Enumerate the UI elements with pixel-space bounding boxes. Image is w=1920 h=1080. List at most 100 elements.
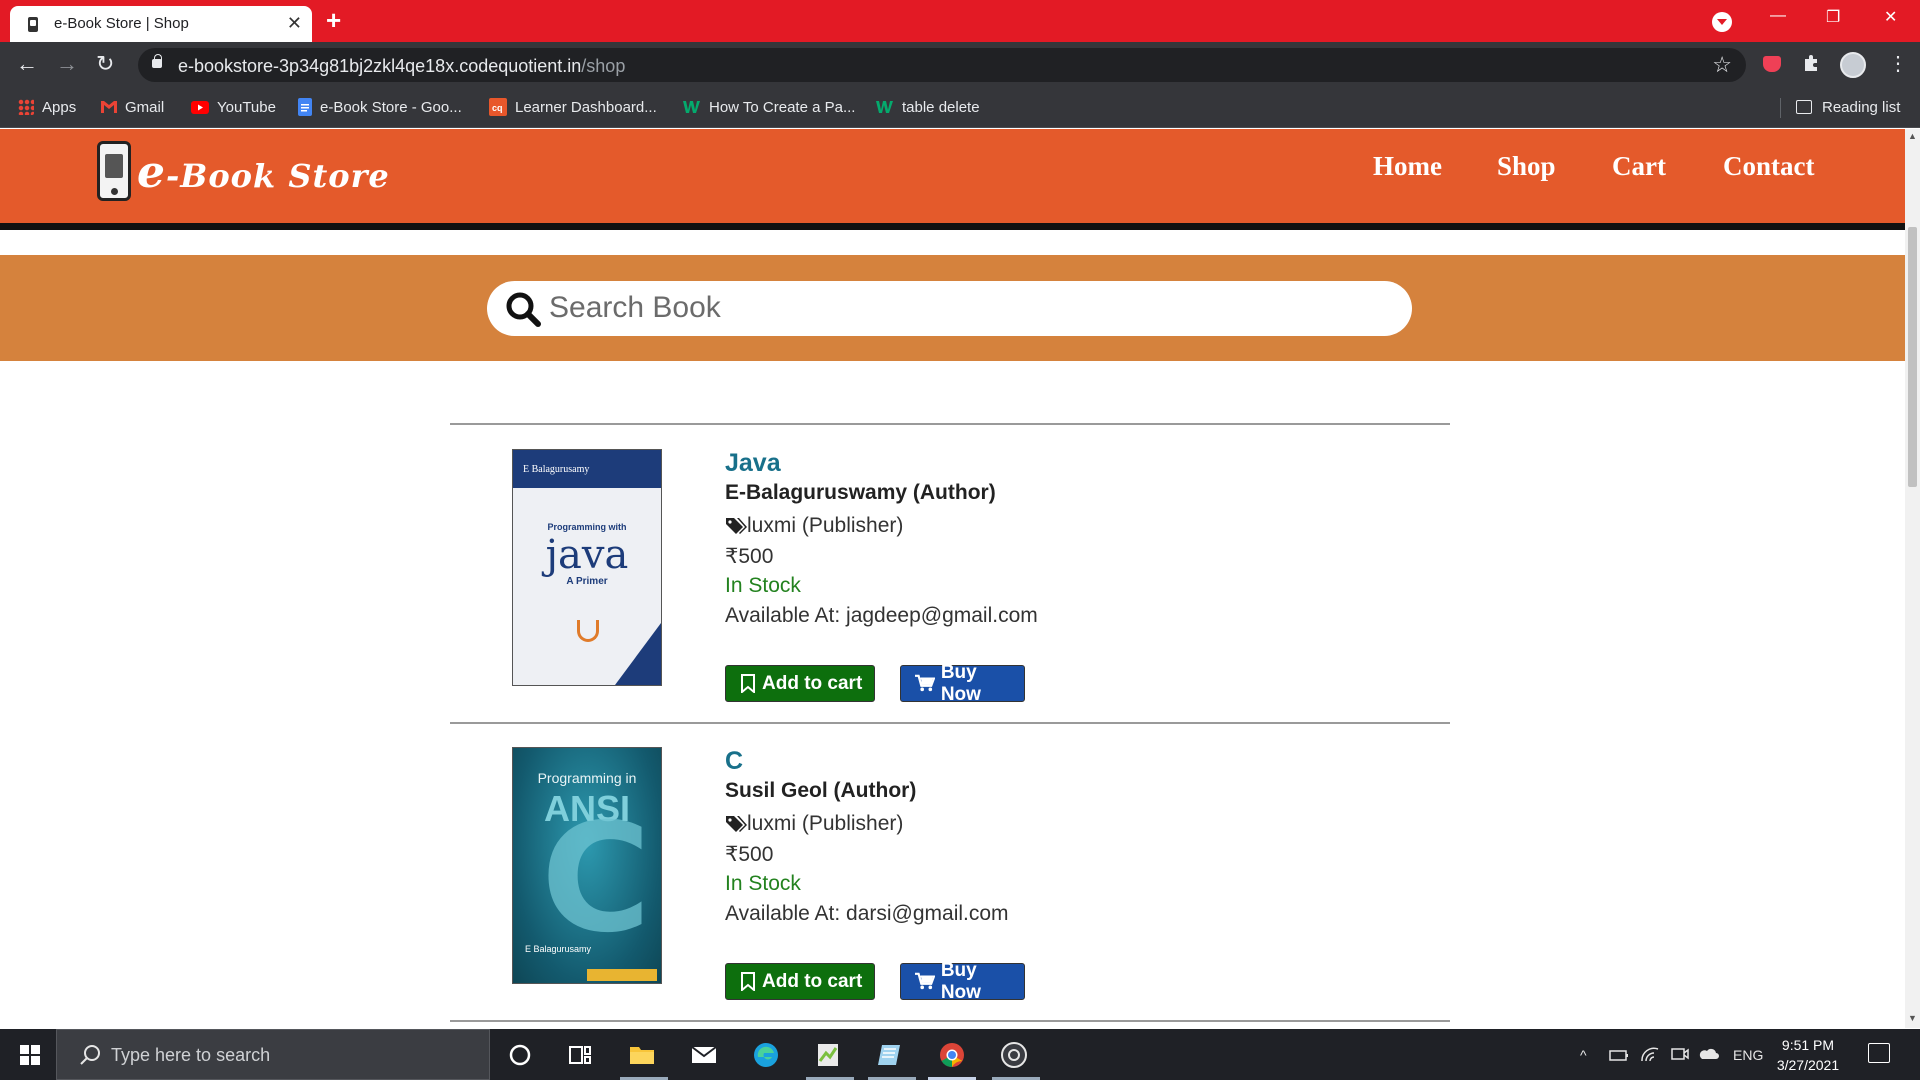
search-icon (80, 1045, 100, 1065)
search-input[interactable] (549, 287, 1389, 329)
java-cup-icon (577, 620, 599, 642)
browser-title-bar: e-Book Store | Shop ✕ + — ❐ ✕ (0, 0, 1920, 42)
search-icon[interactable] (505, 291, 541, 327)
reading-list-icon (1796, 100, 1812, 114)
new-tab-button[interactable]: + (326, 5, 341, 35)
extensions-icon[interactable] (1802, 53, 1822, 73)
page-scrollbar[interactable]: ▲ ▼ (1905, 129, 1920, 1028)
youtube-icon (191, 100, 209, 114)
buy-now-label: Buy Now (940, 959, 981, 1003)
book-cover-c[interactable]: Programming in ANSI C E Balagurusamy (512, 747, 662, 984)
file-explorer-icon[interactable] (628, 1041, 656, 1069)
taskbar-search-box[interactable]: Type here to search (56, 1029, 490, 1080)
header-divider (0, 223, 1905, 230)
add-to-cart-button[interactable]: Add to cart (725, 665, 875, 702)
bookmark-star-icon[interactable]: ☆ (1712, 52, 1732, 78)
bookmark-label: Apps (42, 98, 77, 116)
bookmark-label: How To Create a Pa... (709, 98, 856, 116)
scroll-down-arrow-icon[interactable]: ▼ (1908, 1013, 1917, 1023)
lock-icon[interactable] (152, 54, 162, 68)
publisher-text: luxmi (Publisher) (747, 514, 904, 537)
nav-cart[interactable]: Cart (1612, 151, 1666, 182)
address-bar[interactable]: e-bookstore-3p34g81bj2zkl4qe18x.codequot… (138, 48, 1746, 82)
cover-title: Programming in (537, 770, 637, 786)
cover-subtitle: Programming with (547, 522, 627, 532)
minimize-button[interactable]: — (1770, 7, 1786, 25)
book-cover-java[interactable]: E Balagurusamy Programming with java A P… (512, 449, 662, 686)
task-view-icon[interactable] (566, 1041, 594, 1069)
w3schools-icon (683, 101, 700, 113)
notepad-plus-icon[interactable] (814, 1041, 842, 1069)
bookmark-ebook-store-doc[interactable]: e-Book Store - Goo... (298, 95, 462, 119)
chrome-icon[interactable] (938, 1041, 966, 1069)
nav-shop[interactable]: Shop (1497, 151, 1556, 182)
tray-chevron-icon[interactable]: ^ (1580, 1047, 1587, 1063)
bookmark-apps[interactable]: Apps (18, 95, 76, 119)
profile-avatar[interactable] (1840, 52, 1866, 78)
google-docs-icon (298, 98, 312, 116)
url-text[interactable]: e-bookstore-3p34g81bj2zkl4qe18x.codequot… (178, 56, 625, 77)
wifi-icon[interactable] (1640, 1045, 1662, 1063)
mail-icon[interactable] (690, 1041, 718, 1069)
reading-list-button[interactable]: Reading list (1796, 95, 1900, 119)
scrollbar-thumb[interactable] (1908, 227, 1917, 487)
bookmark-icon (741, 674, 755, 693)
language-indicator[interactable]: ENG (1733, 1047, 1763, 1063)
bookmark-youtube[interactable]: YouTube (191, 95, 276, 119)
nav-contact[interactable]: Contact (1723, 151, 1814, 182)
tab-search-icon[interactable] (1712, 12, 1732, 32)
reload-button[interactable]: ↻ (96, 52, 114, 76)
system-clock[interactable]: 9:51 PM 3/27/2021 (1768, 1035, 1848, 1075)
book-author: Susil Geol (Author) (725, 779, 917, 802)
book-title[interactable]: Java (725, 449, 1038, 481)
favicon-icon (28, 17, 38, 32)
tags-icon (726, 518, 747, 534)
obs-recorder-icon[interactable] (1000, 1041, 1028, 1069)
close-window-button[interactable]: ✕ (1884, 7, 1897, 27)
site-logo[interactable]: e-Book Store (137, 147, 390, 198)
chrome-menu-icon[interactable]: ⋮ (1888, 51, 1908, 76)
bookmark-label: table delete (902, 98, 980, 116)
buy-now-button[interactable]: Buy Now (900, 662, 1025, 705)
battery-icon[interactable] (1608, 1045, 1630, 1063)
bookmark-label: YouTube (217, 98, 276, 116)
back-button[interactable]: ← (16, 52, 38, 76)
cover-corner (615, 623, 661, 685)
onedrive-icon[interactable] (1698, 1045, 1720, 1063)
pocket-extension-icon[interactable] (1763, 56, 1781, 72)
browser-tab[interactable]: e-Book Store | Shop ✕ (10, 6, 312, 42)
book-actions: Add to cart Buy Now (725, 662, 1025, 705)
notes-app-icon[interactable] (876, 1041, 904, 1069)
book-title[interactable]: C (725, 747, 1009, 779)
book-price: ₹500 (725, 842, 774, 866)
bookmark-learner-dashboard[interactable]: cq Learner Dashboard... (489, 95, 657, 119)
scroll-up-arrow-icon[interactable]: ▲ (1908, 131, 1917, 141)
cortana-icon[interactable] (506, 1041, 534, 1069)
site-header: e-Book Store Home Shop Cart Contact (0, 129, 1905, 223)
restore-button[interactable]: ❐ (1826, 7, 1840, 27)
meet-now-icon[interactable] (1670, 1045, 1690, 1063)
bookmark-icon (741, 972, 755, 991)
taskbar-search-placeholder: Type here to search (111, 1045, 271, 1065)
search-bar[interactable] (487, 281, 1412, 336)
add-to-cart-button[interactable]: Add to cart (725, 963, 875, 1000)
edge-icon[interactable] (752, 1041, 780, 1069)
bookmark-gmail[interactable]: Gmail (101, 95, 164, 119)
shopping-cart-icon (915, 674, 935, 692)
reading-list-label: Reading list (1822, 98, 1901, 116)
cover-big-letter: C (541, 792, 652, 966)
publisher-text: luxmi (Publisher) (747, 812, 904, 835)
book-publisher: luxmi (Publisher) (725, 511, 1038, 541)
bookmark-how-to-create[interactable]: How To Create a Pa... (683, 95, 855, 119)
forward-button[interactable]: → (56, 52, 78, 76)
buy-now-button[interactable]: Buy Now (900, 960, 1025, 1003)
buy-now-label: Buy Now (940, 661, 981, 705)
windows-start-icon[interactable] (20, 1045, 40, 1065)
book-availability: Available At: darsi@gmail.com (725, 902, 1009, 925)
book-publisher: luxmi (Publisher) (725, 809, 1009, 839)
bookmark-table-delete[interactable]: table delete (876, 95, 980, 119)
codequotient-icon: cq (489, 98, 507, 116)
tab-close-icon[interactable]: ✕ (287, 12, 302, 34)
nav-home[interactable]: Home (1373, 151, 1442, 182)
notifications-icon[interactable] (1868, 1043, 1890, 1063)
